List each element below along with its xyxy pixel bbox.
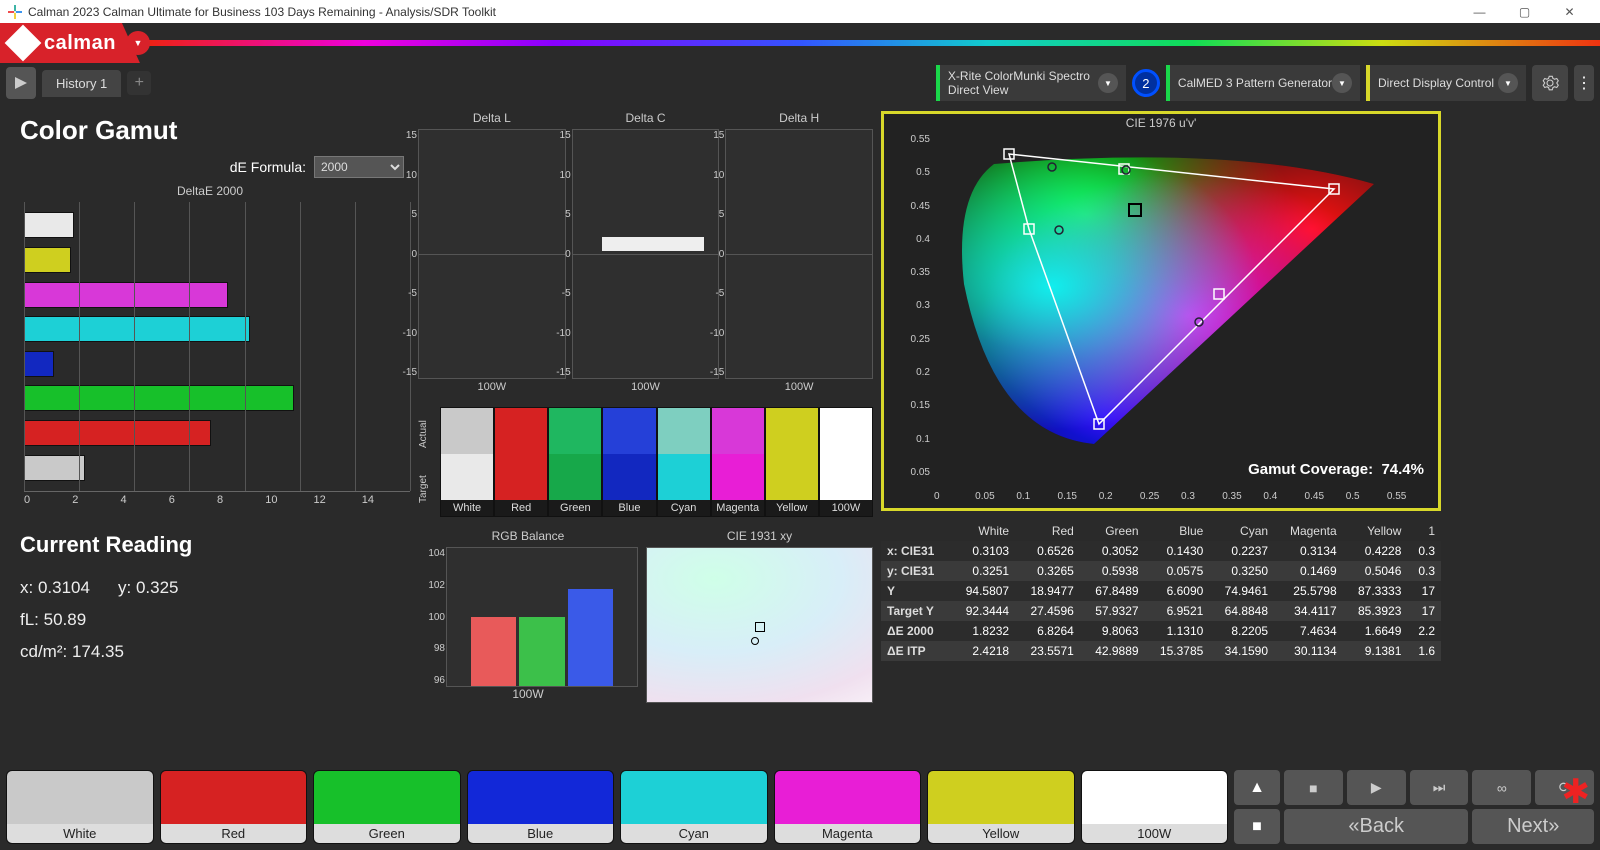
swatch-yellow: Yellow [765,407,819,517]
rgb-g-bar [519,617,564,686]
swatch-blue: Blue [602,407,656,517]
gamut-coverage-value: 74.4% [1381,461,1424,478]
record-button[interactable]: ■ [1284,770,1343,805]
gamut-triangle-icon [934,134,1414,474]
window-minimize-button[interactable]: — [1457,0,1502,23]
window-close-button[interactable]: ✕ [1547,0,1592,23]
app-icon [8,5,22,19]
measurement-table: WhiteRedGreenBlueCyanMagentaYellow1x: CI… [881,521,1441,661]
de-formula-select[interactable]: 2000 [314,156,404,178]
deltae-bar-blue [24,351,54,377]
window-maximize-button[interactable]: ▢ [1502,0,1547,23]
loop-button[interactable]: ∞ [1472,770,1531,805]
gear-icon [1541,74,1559,92]
display-line1: Direct Display Control [1378,76,1494,90]
pattern-button-magenta[interactable]: Magenta [774,770,922,844]
deltae-bar-white [24,212,74,238]
deltae-bar-red [24,420,211,446]
meter-selector[interactable]: X-Rite ColorMunki SpectroDirect View ▼ [936,65,1126,101]
delta-c-bar [602,237,704,251]
delta-l-chart: Delta L 151050-5-10-15 100W [418,111,566,393]
swatch-cyan: Cyan [657,407,711,517]
play-seq-button[interactable]: ▶ [1347,770,1406,805]
pattern-button-white[interactable]: White [6,770,154,844]
de-formula-label: dE Formula: [230,159,306,175]
next-button[interactable]: Next » [1472,809,1594,844]
back-button[interactable]: « Back [1284,809,1468,844]
pattern-button-blue[interactable]: Blue [467,770,615,844]
main-content: Color Gamut dE Formula: 2000 DeltaE 2000… [0,103,1600,693]
meter-line2: Direct View [948,83,1090,97]
brand-text: calman [44,32,116,55]
alert-star-icon: ✱ [1562,772,1591,812]
window-title: Calman 2023 Calman Ultimate for Business… [28,5,496,19]
swatch-white: White [440,407,494,517]
source-selector[interactable]: CalMED 3 Pattern Generator ▼ [1166,65,1360,101]
settings-button[interactable] [1532,65,1568,101]
reading-cd: 174.35 [72,642,124,661]
current-reading-title: Current Reading [20,532,410,558]
pattern-button-green[interactable]: Green [313,770,461,844]
brand-menu-button[interactable]: ▼ [126,31,150,55]
stop-button[interactable]: ■ [1234,809,1280,844]
brand-bar: calman ▼ [0,23,1600,63]
reading-x: 0.3104 [38,578,90,597]
deltae-bar-magenta [24,282,228,308]
pattern-button-yellow[interactable]: Yellow [927,770,1075,844]
page-title: Color Gamut [20,115,410,146]
panel-toggle-button[interactable]: ⋮ [1574,65,1594,101]
target-marker-icon [755,622,765,632]
rgb-b-bar [568,589,613,686]
rgb-r-bar [471,617,516,686]
deltae-chart-title: DeltaE 2000 [10,184,410,198]
swatch-green: Green [548,407,602,517]
footer-bar: WhiteRedGreenBlueCyanMagentaYellow100W ▲… [0,764,1600,850]
swatch-100w: 100W [819,407,873,517]
swatch-red: Red [494,407,548,517]
pattern-button-cyan[interactable]: Cyan [620,770,768,844]
pattern-button-red[interactable]: Red [160,770,308,844]
deltae-bar-yellow [24,247,71,273]
delta-h-chart: Delta H 151050-5-10-15 100W [725,111,873,393]
cie1931-chart: CIE 1931 xy [646,529,873,705]
play-button[interactable] [6,67,36,99]
logo-icon [5,25,42,62]
spectrum-bar [146,40,1600,46]
color-swatches: ActualTarget WhiteRedGreenBlueCyanMagent… [418,407,873,517]
brand-badge: calman [0,23,140,63]
tab-add-button[interactable]: + [127,71,151,95]
top-toolbar: History 1 + X-Rite ColorMunki SpectroDir… [0,63,1600,103]
pattern-button-100w[interactable]: 100W [1081,770,1229,844]
prev-pattern-button[interactable]: ▲ [1234,770,1280,805]
meter-line1: X-Rite ColorMunki Spectro [948,69,1090,83]
meter-count-badge[interactable]: 2 [1132,69,1160,97]
chevron-down-icon: ▼ [1098,73,1118,93]
cie1976-chart: CIE 1976 u'v' [881,111,1441,511]
source-line1: CalMED 3 Pattern Generator [1178,76,1332,90]
display-selector[interactable]: Direct Display Control ▼ [1366,65,1526,101]
reading-fl: 50.89 [44,610,87,629]
chevron-down-icon: ▼ [1498,73,1518,93]
reading-y: 0.325 [136,578,179,597]
rgb-balance-chart: RGB Balance 1041021009896 100W [418,529,638,705]
deltae-bar-cyan [24,316,250,342]
swatch-magenta: Magenta [711,407,765,517]
tab-history[interactable]: History 1 [42,70,121,97]
play-icon [15,77,27,89]
deltae-bar-100w [24,455,85,481]
chevron-down-icon: ▼ [1332,73,1352,93]
window-titlebar: Calman 2023 Calman Ultimate for Business… [0,0,1600,23]
deltae-bar-chart: DeltaE 2000 02468101214 [10,184,410,506]
delta-c-chart: Delta C 151050-5-10-15 100W [572,111,720,393]
measured-marker-icon [751,637,759,645]
skip-button[interactable]: ⏭ [1410,770,1469,805]
deltae-bar-green [24,385,294,411]
